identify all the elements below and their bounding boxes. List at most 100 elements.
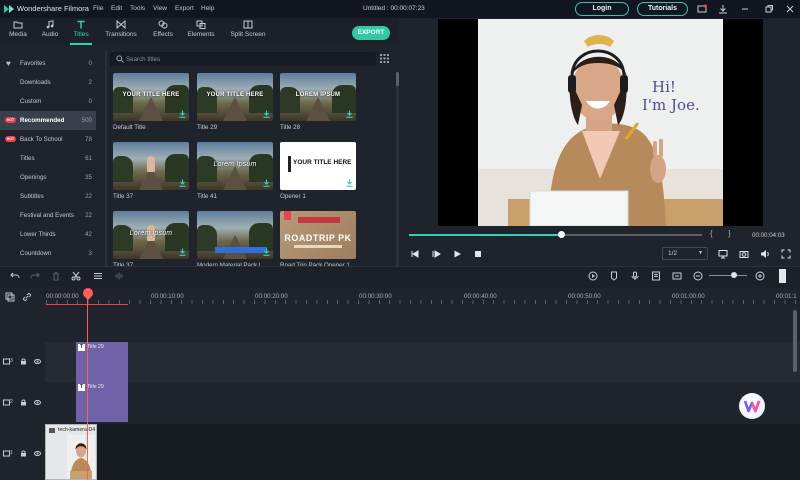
export-button[interactable]: EXPORT bbox=[352, 26, 390, 40]
download-icon[interactable] bbox=[179, 179, 186, 187]
category-titles[interactable]: Titles 61 bbox=[0, 149, 96, 168]
mark-in-icon[interactable]: { bbox=[710, 229, 713, 238]
title-thumbnail[interactable]: ROADTRIP PK Road Trip Pack Opener 1 bbox=[280, 211, 356, 273]
search-input[interactable] bbox=[126, 54, 366, 64]
zoom-slider-track[interactable] bbox=[709, 275, 747, 276]
title-thumbnail[interactable]: LOREM IPSUM Title 28 bbox=[280, 73, 356, 135]
close-icon[interactable] bbox=[785, 4, 795, 14]
download-icon[interactable] bbox=[263, 179, 270, 187]
eye-icon[interactable] bbox=[34, 450, 41, 457]
render-icon[interactable] bbox=[588, 271, 598, 281]
menu-view[interactable]: View bbox=[153, 5, 167, 12]
zoom-out-icon[interactable] bbox=[693, 271, 703, 281]
title-thumbnail[interactable]: Lorem ipsum Title 37 bbox=[113, 211, 189, 273]
category-downloads[interactable]: Downloads 2 bbox=[0, 73, 96, 92]
lock-icon[interactable] bbox=[20, 450, 27, 457]
title-thumbnail[interactable]: YOUR TITLE HERE Title 29 bbox=[197, 73, 273, 135]
tutorials-button[interactable]: Tutorials bbox=[637, 2, 688, 16]
video-clip[interactable]: tech-kamera-D4 bbox=[45, 424, 97, 480]
lock-icon[interactable] bbox=[20, 399, 27, 406]
download-icon[interactable] bbox=[346, 179, 353, 187]
link-icon[interactable] bbox=[22, 292, 32, 302]
previous-frame-icon[interactable] bbox=[410, 249, 420, 259]
timeline-vertical-scrollbar[interactable] bbox=[793, 310, 797, 372]
download-icon[interactable] bbox=[346, 110, 353, 118]
eye-icon[interactable] bbox=[34, 399, 41, 406]
title-clip[interactable]: T Title 29 bbox=[76, 342, 128, 382]
microphone-icon[interactable] bbox=[630, 271, 640, 281]
volume-icon[interactable] bbox=[760, 249, 770, 259]
category-back-to-school[interactable]: HOT Back To School 78 bbox=[0, 130, 96, 149]
tab-titles[interactable]: Titles bbox=[69, 20, 93, 38]
title-thumbnail[interactable]: Lorem Ipsum Title 41 bbox=[197, 142, 273, 204]
download-icon[interactable] bbox=[179, 248, 186, 256]
category-subtitles[interactable]: Subtitles 22 bbox=[0, 187, 96, 206]
grid-view-icon[interactable] bbox=[380, 54, 389, 63]
playback-quality-select[interactable]: 1/2 ▼ bbox=[662, 247, 708, 260]
eye-icon[interactable] bbox=[34, 358, 41, 365]
tab-audio[interactable]: Audio bbox=[38, 20, 62, 38]
voiceover-icon[interactable] bbox=[651, 271, 661, 281]
menu-edit[interactable]: Edit bbox=[111, 5, 122, 12]
category-openings[interactable]: Openings 35 bbox=[0, 168, 96, 187]
zoom-slider-knob[interactable] bbox=[731, 272, 737, 278]
undo-icon[interactable] bbox=[10, 271, 20, 281]
title-thumbnail[interactable]: YOUR TITLE HERE Opener 1 bbox=[280, 142, 356, 204]
lock-icon[interactable] bbox=[20, 358, 27, 365]
snapshot-icon[interactable] bbox=[739, 249, 749, 259]
wondershare-assistant-icon[interactable] bbox=[739, 393, 765, 419]
play-icon[interactable] bbox=[452, 249, 462, 259]
category-label: Recommended bbox=[20, 117, 65, 124]
scrollbar-thumb[interactable] bbox=[396, 72, 399, 86]
category-countdown[interactable]: Countdown 3 bbox=[0, 244, 96, 263]
search-box[interactable] bbox=[110, 52, 376, 66]
menu-export[interactable]: Export bbox=[175, 5, 194, 12]
play-reverse-icon[interactable] bbox=[431, 249, 441, 259]
playback-scrubber[interactable] bbox=[558, 231, 565, 238]
category-lower-thirds[interactable]: Lower Thirds 42 bbox=[0, 225, 96, 244]
download-icon[interactable] bbox=[179, 110, 186, 118]
add-track-icon[interactable] bbox=[5, 292, 15, 302]
category-festival-and-events[interactable]: Festival and Events 22 bbox=[0, 206, 96, 225]
menu-file[interactable]: File bbox=[93, 5, 103, 12]
message-icon[interactable] bbox=[697, 4, 707, 14]
marker-icon[interactable] bbox=[609, 271, 619, 281]
category-count: 2 bbox=[88, 79, 92, 86]
restore-icon[interactable] bbox=[764, 4, 774, 14]
title-thumbnail[interactable]: Modern Material Pack L... bbox=[197, 211, 273, 273]
tab-elements[interactable]: Elements bbox=[187, 20, 215, 38]
subtitle-icon[interactable] bbox=[672, 271, 682, 281]
category-recommended[interactable]: HOT Recommended 500 bbox=[0, 111, 96, 130]
category-custom[interactable]: Custom 0 bbox=[0, 92, 96, 111]
category-favorites[interactable]: ♥ Favorites 0 bbox=[0, 54, 96, 73]
preview-video: Hi! I'm Joe. bbox=[478, 19, 723, 226]
stop-icon[interactable] bbox=[473, 249, 483, 259]
tab-effects[interactable]: Effects bbox=[150, 20, 176, 38]
mark-out-icon[interactable]: } bbox=[728, 229, 731, 238]
zoom-in-icon[interactable] bbox=[755, 271, 765, 281]
timeline-panel-toggle[interactable] bbox=[779, 269, 786, 283]
minimize-icon[interactable] bbox=[740, 4, 750, 14]
title-clip[interactable]: T Title 29 bbox=[76, 382, 128, 422]
tab-transitions[interactable]: Transitions bbox=[104, 20, 138, 38]
audio-wave-icon[interactable] bbox=[114, 271, 124, 281]
menu-help[interactable]: Help bbox=[201, 5, 214, 12]
track-number: 1 bbox=[10, 450, 13, 456]
redo-icon[interactable] bbox=[30, 271, 40, 281]
tab-split-screen[interactable]: Split Screen bbox=[230, 20, 266, 38]
download-icon[interactable] bbox=[263, 248, 270, 256]
library-scrollbar[interactable] bbox=[396, 72, 399, 268]
delete-icon[interactable] bbox=[51, 271, 61, 281]
login-button[interactable]: Login bbox=[575, 2, 629, 16]
monitor-icon[interactable] bbox=[718, 249, 728, 259]
adjust-icon[interactable] bbox=[93, 271, 103, 281]
title-thumbnail[interactable]: YOUR TITLE HERE Default Title bbox=[113, 73, 189, 135]
cut-icon[interactable] bbox=[71, 271, 81, 281]
fullscreen-icon[interactable] bbox=[781, 249, 791, 259]
download-icon[interactable] bbox=[263, 110, 270, 118]
title-thumbnail[interactable]: Title 37 bbox=[113, 142, 189, 204]
tab-media[interactable]: Media bbox=[6, 20, 30, 38]
download-icon[interactable] bbox=[718, 4, 728, 14]
preview-timecode: 00:00:04:03 bbox=[752, 232, 785, 239]
menu-tools[interactable]: Tools bbox=[130, 5, 145, 12]
